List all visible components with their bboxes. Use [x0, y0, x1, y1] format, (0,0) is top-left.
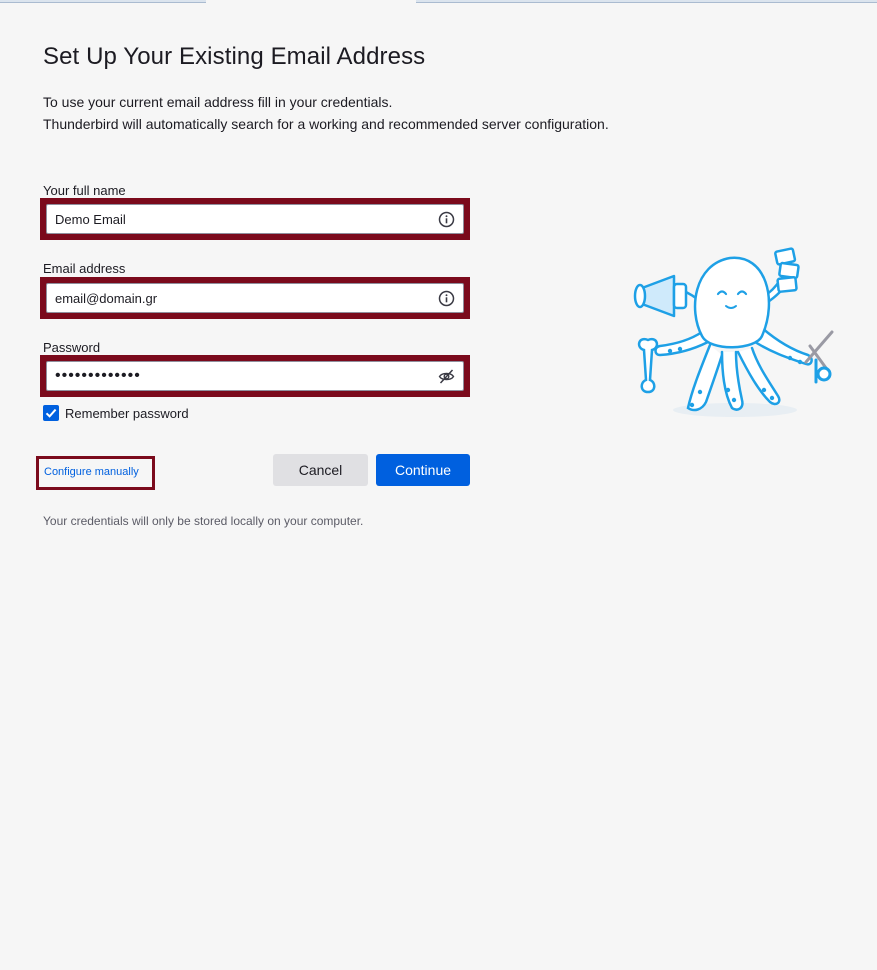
email-input[interactable]: [55, 284, 425, 312]
email-highlight-frame: [40, 277, 470, 319]
active-tab-gap: [206, 0, 416, 3]
checkmark-icon: [45, 408, 57, 418]
configure-manually-highlight-frame: Configure manually: [36, 456, 155, 490]
page-description: To use your current email address fill i…: [43, 91, 609, 135]
remember-password-checkbox[interactable]: [43, 405, 59, 421]
password-highlight-frame: [40, 355, 470, 397]
description-line-2: Thunderbird will automatically search fo…: [43, 116, 609, 132]
email-field[interactable]: [46, 283, 464, 313]
octopus-mascot-illustration: [633, 247, 834, 417]
password-input[interactable]: [55, 362, 425, 390]
fullname-field[interactable]: [46, 204, 464, 234]
info-icon[interactable]: [438, 290, 455, 307]
continue-button[interactable]: Continue: [376, 454, 470, 486]
info-icon[interactable]: [438, 211, 455, 228]
password-field[interactable]: [46, 361, 464, 391]
credentials-footnote: Your credentials will only be stored loc…: [43, 514, 364, 528]
eye-slash-icon[interactable]: [438, 368, 455, 385]
fullname-highlight-frame: [40, 198, 470, 240]
cancel-button[interactable]: Cancel: [273, 454, 368, 486]
configure-manually-link[interactable]: Configure manually: [44, 466, 139, 478]
fullname-input[interactable]: [55, 205, 425, 233]
password-label: Password: [43, 340, 101, 355]
remember-password-label[interactable]: Remember password: [65, 406, 189, 421]
description-line-1: To use your current email address fill i…: [43, 94, 393, 110]
top-tab-strip: [0, 0, 877, 3]
email-label: Email address: [43, 261, 126, 276]
page-title: Set Up Your Existing Email Address: [43, 43, 426, 70]
fullname-label: Your full name: [43, 183, 126, 198]
